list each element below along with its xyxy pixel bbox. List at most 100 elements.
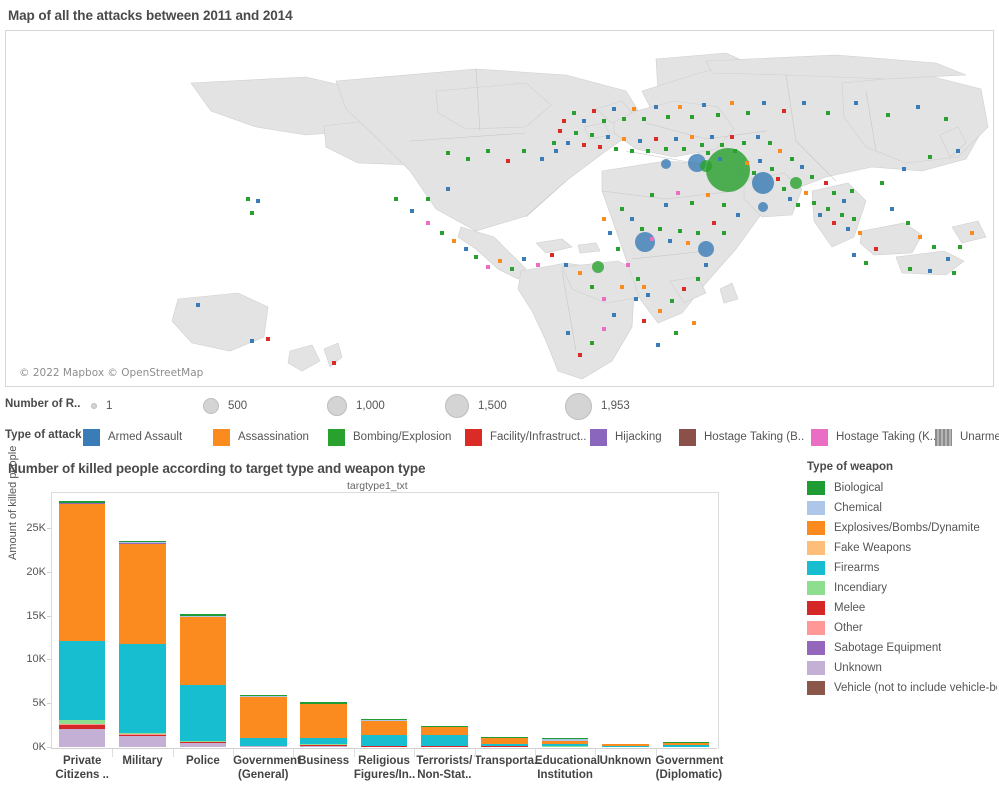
x-axis-category[interactable]: Government (Diplomatic) — [656, 749, 724, 795]
bar-segment[interactable] — [481, 743, 528, 747]
bar-segment[interactable] — [541, 741, 589, 745]
bar-segment[interactable] — [602, 743, 649, 747]
weapon-legend-item[interactable]: Incendiary — [807, 578, 997, 598]
weapon-legend-item[interactable]: Sabotage Equipment — [807, 638, 997, 658]
bar-stack[interactable] — [360, 719, 408, 747]
bar-segment[interactable] — [541, 744, 589, 747]
bar-segment[interactable] — [240, 737, 287, 746]
y-axis-ticks: 0K 5K 10K 15K 20K 25K — [0, 0, 51, 799]
bar-segment[interactable] — [541, 739, 589, 742]
bar-segment[interactable] — [481, 738, 528, 744]
bar-segment[interactable] — [58, 724, 106, 730]
weapon-legend-item[interactable]: Fake Weapons — [807, 538, 997, 558]
attack-legend-item-facility-infrastructure[interactable]: Facility/Infrastruct.. — [465, 426, 587, 448]
bar-stack[interactable] — [602, 743, 649, 747]
attack-legend-item-hostage-taking-barricade[interactable]: Hostage Taking (B.. — [679, 426, 804, 448]
weapon-legend-item[interactable]: Firearms — [807, 558, 997, 578]
size-legend-item-1: 1 — [91, 394, 112, 418]
attack-legend-label: Bombing/Explosion — [353, 431, 452, 443]
x-axis-category[interactable]: Business — [293, 749, 353, 795]
bar-segment[interactable] — [421, 726, 468, 735]
weapon-legend-item[interactable]: Explosives/Bombs/Dynamite — [807, 518, 997, 538]
x-axis-category[interactable]: Religious Figures/In.. — [354, 749, 415, 795]
attack-legend-item-hijacking[interactable]: Hijacking — [590, 426, 662, 448]
bar-segment[interactable] — [481, 736, 528, 739]
bar-segment[interactable] — [58, 729, 106, 747]
size-legend-item-2: 500 — [203, 394, 247, 418]
attack-legend-item-unarmed-assault[interactable]: Unarme.. — [935, 426, 999, 448]
bar-segment[interactable] — [360, 720, 408, 735]
bar-stack[interactable] — [179, 614, 227, 747]
weapon-legend-item[interactable]: Unknown — [807, 658, 997, 678]
x-axis-category[interactable]: Private Citizens .. — [52, 749, 112, 795]
x-axis-category[interactable]: Unknown — [595, 749, 655, 795]
bar-stack[interactable] — [481, 736, 528, 747]
weapon-legend-item[interactable]: Chemical — [807, 498, 997, 518]
bar-segment[interactable] — [662, 742, 710, 744]
bar-stack[interactable] — [58, 501, 106, 747]
attack-legend-item-hostage-taking-kidnapping[interactable]: Hostage Taking (K.. — [811, 426, 936, 448]
bar-segment[interactable] — [662, 745, 710, 747]
weapon-legend-label: Biological — [834, 482, 884, 494]
bar-segment[interactable] — [119, 736, 166, 747]
bar-segment[interactable] — [58, 720, 106, 724]
weapon-legend-item[interactable]: Vehicle (not to include vehicle-bo.. — [807, 678, 997, 698]
bar-segment[interactable] — [300, 703, 347, 739]
bar-stack[interactable] — [119, 540, 166, 747]
x-axis-category[interactable]: Transporta.. — [475, 749, 541, 795]
bar-segment[interactable] — [179, 616, 227, 686]
map-canvas[interactable] — [6, 31, 993, 386]
bar-segment[interactable] — [179, 615, 227, 617]
bar-stack[interactable] — [662, 742, 710, 747]
y-axis-tick-mark — [47, 528, 51, 530]
bar-stack[interactable] — [541, 738, 589, 747]
attack-legend-item-bombing-explosion[interactable]: Bombing/Explosion — [328, 426, 451, 448]
x-axis-category[interactable]: Military — [112, 749, 172, 795]
weapon-legend-label: Other — [834, 622, 863, 634]
weapon-swatch-icon — [807, 621, 825, 635]
bar-segment[interactable] — [360, 734, 408, 746]
bar-segment[interactable] — [58, 501, 106, 503]
bar-chart-field-label: targtype1_txt — [347, 480, 408, 492]
bar-segment[interactable] — [119, 540, 166, 542]
attack-legend-item-armed-assault[interactable]: Armed Assault — [83, 426, 182, 448]
bar-segment[interactable] — [58, 640, 106, 720]
attack-legend-item-assassination[interactable]: Assassination — [213, 426, 309, 448]
bar-segment[interactable] — [119, 644, 166, 734]
bar-segment[interactable] — [421, 734, 468, 747]
bar-segment[interactable] — [360, 719, 408, 721]
weapon-legend-item[interactable]: Melee — [807, 598, 997, 618]
x-axis-category[interactable]: Government (General) — [233, 749, 301, 795]
x-axis-separator — [112, 749, 114, 757]
dashboard-page: Map of all the attacks between 2011 and … — [0, 0, 999, 799]
size-legend-label: 500 — [228, 400, 248, 412]
bar-segment[interactable] — [300, 745, 347, 747]
attack-type-legend: Type of attack Armed Assault Assassinati… — [5, 426, 999, 450]
map-panel[interactable]: © 2022 Mapbox © OpenStreetMap — [5, 30, 994, 387]
x-axis-category[interactable]: Terrorists/ Non-Stat.. — [414, 749, 474, 795]
bar-segment[interactable] — [119, 543, 166, 645]
weapon-legend-item[interactable]: Biological — [807, 478, 997, 498]
bar-segment[interactable] — [662, 743, 710, 746]
size-legend-item-5: 1,953 — [565, 392, 630, 420]
bar-segment[interactable] — [179, 685, 227, 742]
bar-segment[interactable] — [58, 503, 106, 641]
x-axis-category[interactable]: Police — [173, 749, 233, 795]
weapon-swatch-icon — [807, 521, 825, 535]
bar-segment[interactable] — [179, 742, 227, 747]
bar-stack[interactable] — [421, 725, 468, 747]
bar-stack[interactable] — [240, 695, 287, 747]
bar-segment[interactable] — [179, 614, 227, 616]
bar-segment[interactable] — [119, 542, 166, 544]
bar-segment[interactable] — [240, 696, 287, 738]
bar-stack[interactable] — [300, 702, 347, 747]
bar-segment[interactable] — [119, 733, 166, 735]
bar-segment[interactable] — [300, 738, 347, 745]
x-axis-category[interactable]: Educational Institution — [535, 749, 600, 795]
bar-segment[interactable] — [541, 738, 589, 740]
bar-segment[interactable] — [119, 734, 166, 737]
bar-segment[interactable] — [240, 695, 287, 697]
bar-segment[interactable] — [421, 725, 468, 727]
bar-segment[interactable] — [300, 702, 347, 704]
weapon-legend-item[interactable]: Other — [807, 618, 997, 638]
